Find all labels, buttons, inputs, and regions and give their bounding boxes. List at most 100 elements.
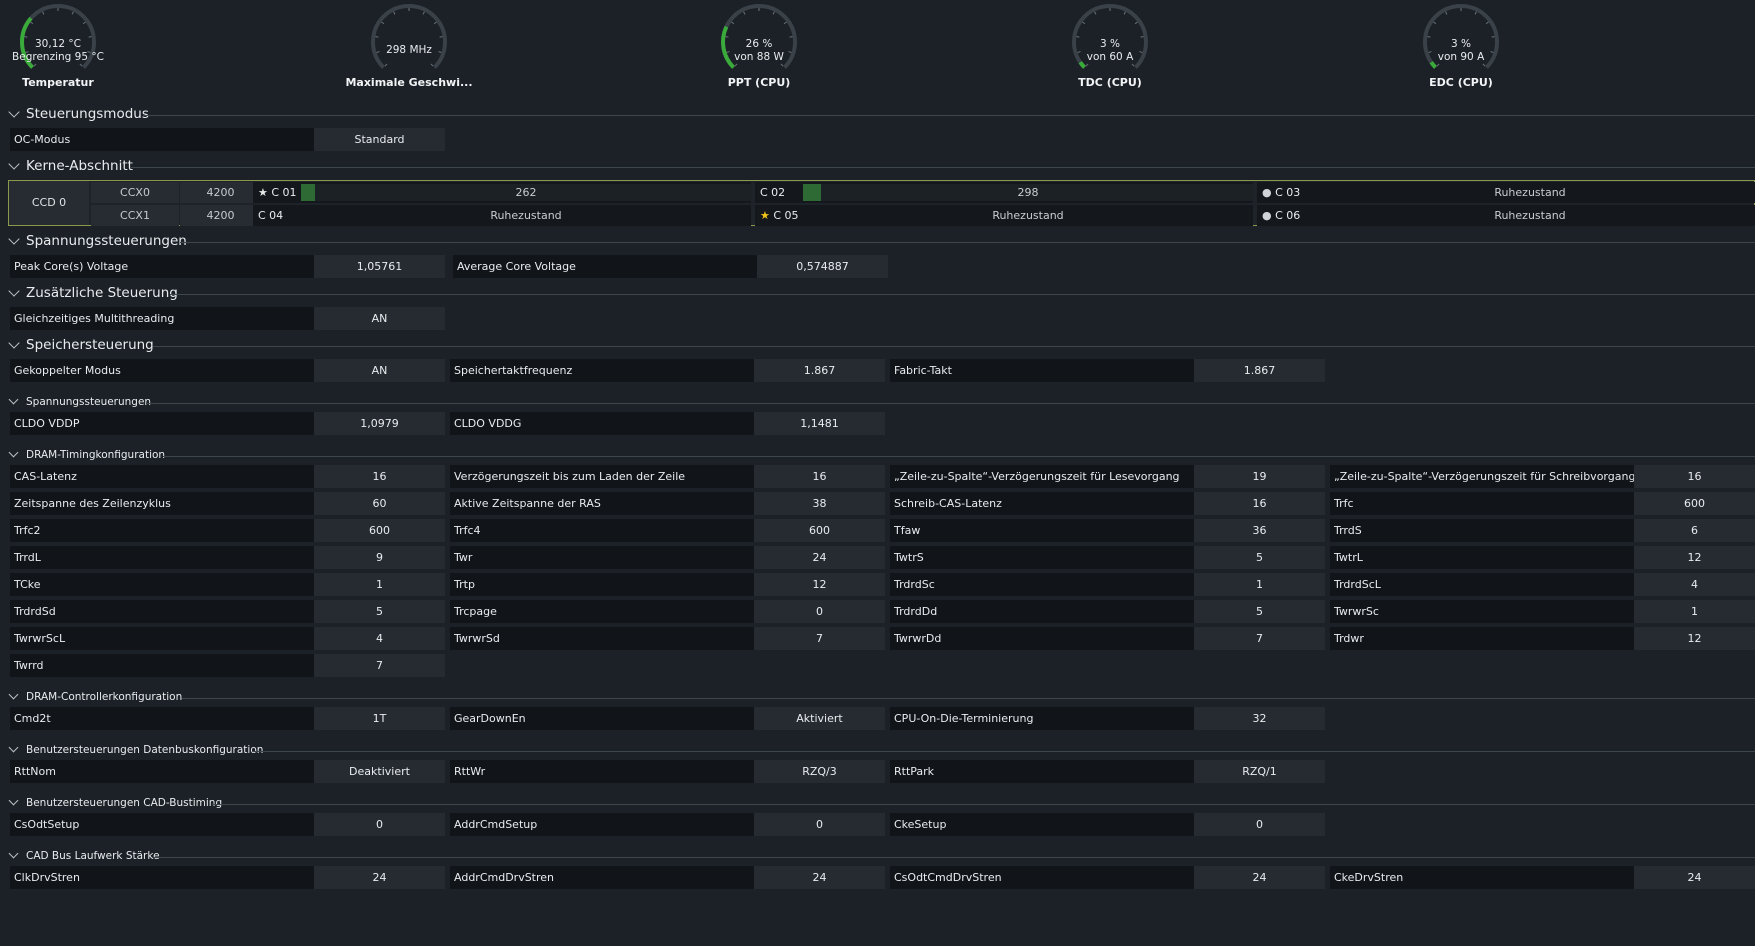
dram-timing-field[interactable]: Trfc4 600 bbox=[450, 519, 885, 542]
dram-timing-field[interactable]: Trfc2 600 bbox=[10, 519, 445, 542]
field-value[interactable]: RZQ/3 bbox=[754, 760, 885, 783]
field-value[interactable]: 7 bbox=[1194, 627, 1325, 650]
ckedrvstren-field[interactable]: CkeDrvStren 24 bbox=[1330, 866, 1755, 889]
addrcmddrvstren-field[interactable]: AddrCmdDrvStren 24 bbox=[450, 866, 885, 889]
section-header-datenbus[interactable]: Benutzersteuerungen Datenbuskonfiguratio… bbox=[0, 740, 1755, 760]
section-header-spannung[interactable]: Spannungssteuerungen bbox=[0, 231, 1755, 251]
chevron-down-icon[interactable] bbox=[8, 848, 19, 859]
field-value[interactable]: 0 bbox=[754, 813, 885, 836]
oc-mode-field[interactable]: OC-Modus Standard bbox=[10, 128, 445, 151]
dram-timing-field[interactable]: TrrdS 6 bbox=[1330, 519, 1755, 542]
field-value[interactable]: 1.867 bbox=[754, 359, 885, 382]
field-value[interactable]: 19 bbox=[1194, 465, 1325, 488]
section-header-cad-bustiming[interactable]: Benutzersteuerungen CAD-Bustiming bbox=[0, 793, 1755, 813]
core-c02[interactable]: C 02 298 bbox=[755, 182, 1253, 203]
field-value[interactable]: 1T bbox=[314, 707, 445, 730]
field-value[interactable]: 0 bbox=[754, 600, 885, 623]
field-value[interactable]: 24 bbox=[1634, 866, 1755, 889]
field-value[interactable]: 1 bbox=[314, 573, 445, 596]
field-value[interactable]: 36 bbox=[1194, 519, 1325, 542]
section-header-kerne[interactable]: Kerne-Abschnitt bbox=[0, 156, 1755, 176]
peak-core-voltage-field[interactable]: Peak Core(s) Voltage 1,05761 bbox=[10, 255, 445, 278]
field-value[interactable]: 38 bbox=[754, 492, 885, 515]
dram-timing-field[interactable]: CAS-Latenz 16 bbox=[10, 465, 445, 488]
field-value[interactable]: 0 bbox=[1194, 813, 1325, 836]
field-value[interactable]: 600 bbox=[314, 519, 445, 542]
average-core-voltage-field[interactable]: Average Core Voltage 0,574887 bbox=[453, 255, 888, 278]
dram-timing-field[interactable]: Trcpage 0 bbox=[450, 600, 885, 623]
chevron-down-icon[interactable] bbox=[8, 233, 20, 245]
dram-timing-field[interactable]: TrdrdSd 5 bbox=[10, 600, 445, 623]
field-value[interactable]: 6 bbox=[1634, 519, 1755, 542]
field-value[interactable]: 5 bbox=[314, 600, 445, 623]
dram-timing-field[interactable]: TrdrdSc 1 bbox=[890, 573, 1325, 596]
dram-timing-field[interactable]: TrdrdScL 4 bbox=[1330, 573, 1755, 596]
field-value[interactable]: Aktiviert bbox=[754, 707, 885, 730]
section-header-dram-timing[interactable]: DRAM-Timingkonfiguration bbox=[0, 445, 1755, 465]
field-value[interactable]: Deaktiviert bbox=[314, 760, 445, 783]
dram-timing-field[interactable]: TCke 1 bbox=[10, 573, 445, 596]
section-header-cad-drive[interactable]: CAD Bus Laufwerk Stärke bbox=[0, 846, 1755, 866]
field-value[interactable]: 9 bbox=[314, 546, 445, 569]
chevron-down-icon[interactable] bbox=[8, 447, 19, 458]
chevron-down-icon[interactable] bbox=[8, 394, 19, 405]
chevron-down-icon[interactable] bbox=[8, 106, 20, 118]
chevron-down-icon[interactable] bbox=[8, 285, 20, 297]
dram-timing-field[interactable]: TrdrdDd 5 bbox=[890, 600, 1325, 623]
core-c05[interactable]: ★ C 05 Ruhezustand bbox=[755, 205, 1253, 226]
smt-field[interactable]: Gleichzeitiges Multithreading AN bbox=[10, 307, 445, 330]
dram-timing-field[interactable]: Aktive Zeitspanne der RAS 38 bbox=[450, 492, 885, 515]
field-value[interactable]: RZQ/1 bbox=[1194, 760, 1325, 783]
chevron-down-icon[interactable] bbox=[8, 337, 20, 349]
chevron-down-icon[interactable] bbox=[8, 795, 19, 806]
csodtcmddrvstren-field[interactable]: CsOdtCmdDrvStren 24 bbox=[890, 866, 1325, 889]
chevron-down-icon[interactable] bbox=[8, 742, 19, 753]
field-value[interactable]: 7 bbox=[754, 627, 885, 650]
dram-timing-field[interactable]: Twr 24 bbox=[450, 546, 885, 569]
section-header-dram-controller[interactable]: DRAM-Controllerkonfiguration bbox=[0, 687, 1755, 707]
chevron-down-icon[interactable] bbox=[8, 689, 19, 700]
section-header-zusatz[interactable]: Zusätzliche Steuerung bbox=[0, 283, 1755, 303]
rttpark-field[interactable]: RttPark RZQ/1 bbox=[890, 760, 1325, 783]
field-value[interactable]: 1 bbox=[1194, 573, 1325, 596]
rttnom-field[interactable]: RttNom Deaktiviert bbox=[10, 760, 445, 783]
field-value[interactable]: 5 bbox=[1194, 546, 1325, 569]
cpu-odt-field[interactable]: CPU-On-Die-Terminierung 32 bbox=[890, 707, 1325, 730]
field-value[interactable]: 4 bbox=[1634, 573, 1755, 596]
field-value[interactable]: 1 bbox=[1634, 600, 1755, 623]
field-value[interactable]: 12 bbox=[1634, 627, 1755, 650]
field-value[interactable]: Standard bbox=[314, 128, 445, 151]
field-value[interactable]: 7 bbox=[314, 654, 445, 677]
core-c06[interactable]: ● C 06 Ruhezustand bbox=[1257, 205, 1755, 226]
dram-timing-field[interactable]: Trtp 12 bbox=[450, 573, 885, 596]
dram-timing-field[interactable]: Trdwr 12 bbox=[1330, 627, 1755, 650]
core-c01[interactable]: ★ C 01 262 bbox=[253, 182, 751, 203]
dram-timing-field[interactable]: TwrwrScL 4 bbox=[10, 627, 445, 650]
dram-timing-field[interactable]: TwtrS 5 bbox=[890, 546, 1325, 569]
field-value[interactable]: 16 bbox=[1634, 465, 1755, 488]
geardown-field[interactable]: GearDownEn Aktiviert bbox=[450, 707, 885, 730]
field-value[interactable]: AN bbox=[314, 307, 445, 330]
clkdrvstren-field[interactable]: ClkDrvStren 24 bbox=[10, 866, 445, 889]
core-c04[interactable]: C 04 Ruhezustand bbox=[253, 205, 751, 226]
field-value[interactable]: 60 bbox=[314, 492, 445, 515]
field-value[interactable]: 32 bbox=[1194, 707, 1325, 730]
section-header-spannung-2[interactable]: Spannungssteuerungen bbox=[0, 392, 1755, 412]
fabric-clock-field[interactable]: Fabric-Takt 1.867 bbox=[890, 359, 1325, 382]
dram-timing-field[interactable]: Trfc 600 bbox=[1330, 492, 1755, 515]
addrcmdsetup-field[interactable]: AddrCmdSetup 0 bbox=[450, 813, 885, 836]
dram-timing-field[interactable]: Verzögerungszeit bis zum Laden der Zeile… bbox=[450, 465, 885, 488]
field-value[interactable]: 1.867 bbox=[1194, 359, 1325, 382]
field-value[interactable]: 24 bbox=[754, 546, 885, 569]
core-c03[interactable]: ● C 03 Ruhezustand bbox=[1257, 182, 1755, 203]
dram-timing-field[interactable]: TwtrL 12 bbox=[1330, 546, 1755, 569]
csodtsetup-field[interactable]: CsOdtSetup 0 bbox=[10, 813, 445, 836]
dram-timing-field[interactable]: TrrdL 9 bbox=[10, 546, 445, 569]
dram-timing-field[interactable]: Twrrd 7 bbox=[10, 654, 445, 677]
field-value[interactable]: 12 bbox=[1634, 546, 1755, 569]
dram-timing-field[interactable]: TwrwrSd 7 bbox=[450, 627, 885, 650]
coupled-mode-field[interactable]: Gekoppelter Modus AN bbox=[10, 359, 445, 382]
field-value[interactable]: 16 bbox=[754, 465, 885, 488]
field-value[interactable]: 600 bbox=[1634, 492, 1755, 515]
field-value[interactable]: 4 bbox=[314, 627, 445, 650]
